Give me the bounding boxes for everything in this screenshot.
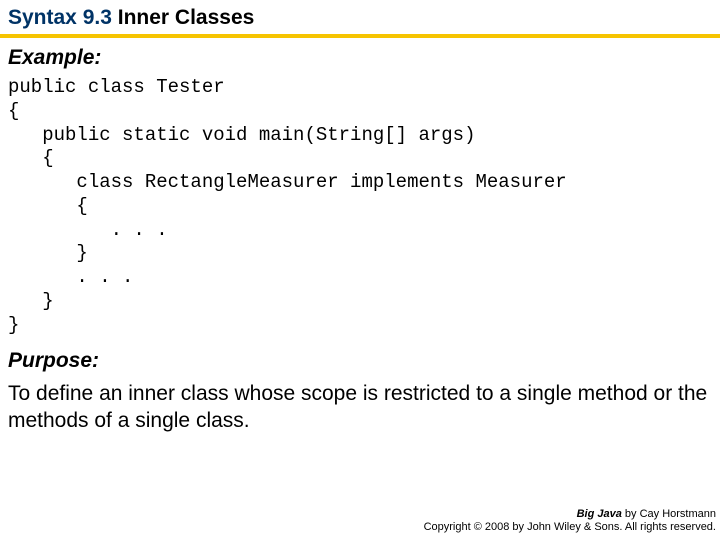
slide-title: Syntax 9.3 Inner Classes <box>0 0 720 38</box>
code-example: public class Tester { public static void… <box>0 74 720 341</box>
purpose-label: Purpose: <box>0 341 720 377</box>
footer-copyright: Copyright © 2008 by John Wiley & Sons. A… <box>424 521 716 534</box>
title-prefix: Syntax 9.3 <box>8 6 112 29</box>
book-author: by Cay Horstmann <box>622 508 716 520</box>
footer: Big Java by Cay Horstmann Copyright © 20… <box>424 508 716 534</box>
title-suffix: Inner Classes <box>112 6 254 29</box>
purpose-text: To define an inner class whose scope is … <box>0 377 720 434</box>
example-label: Example: <box>0 38 720 74</box>
book-title: Big Java <box>577 508 622 520</box>
footer-line1: Big Java by Cay Horstmann <box>424 508 716 521</box>
